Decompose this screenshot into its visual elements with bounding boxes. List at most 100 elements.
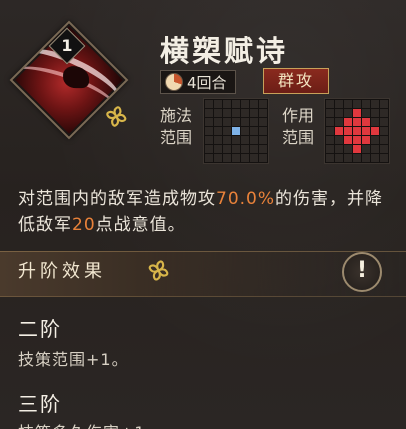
grid-cell bbox=[326, 154, 334, 162]
grid-cell bbox=[214, 145, 222, 153]
grid-cell bbox=[232, 136, 240, 144]
grid-cell bbox=[259, 100, 267, 108]
grid-cell bbox=[241, 136, 249, 144]
tier-3-name: 三阶 bbox=[18, 392, 62, 416]
grid-cell bbox=[214, 100, 222, 108]
grid-cell bbox=[232, 154, 240, 162]
rounds-badge: 4回合 bbox=[160, 70, 236, 94]
skill-title: 横槊赋诗 bbox=[160, 34, 289, 68]
skill-type-tag: 群攻 bbox=[263, 68, 329, 94]
grid-cell bbox=[223, 118, 231, 126]
grid-cell bbox=[250, 145, 258, 153]
grid-cell bbox=[232, 109, 240, 117]
grid-cell bbox=[335, 154, 343, 162]
grid-cell bbox=[371, 100, 379, 108]
grid-cell bbox=[259, 136, 267, 144]
grid-cell bbox=[335, 118, 343, 126]
grid-cell bbox=[250, 154, 258, 162]
skill-tooltip-panel: 1 ꕤ 横槊赋诗 4回合 群攻 施法 范围 作用 范围 对范围内的敌军造成物攻7… bbox=[0, 0, 406, 429]
grid-cell bbox=[223, 145, 231, 153]
tier-3-desc: 技策多久伤害+1。 bbox=[18, 419, 163, 429]
grid-cell bbox=[344, 127, 352, 135]
grid-cell bbox=[353, 109, 361, 117]
grid-cell bbox=[232, 145, 240, 153]
grid-cell bbox=[371, 136, 379, 144]
grid-cell bbox=[214, 154, 222, 162]
grid-cell bbox=[259, 154, 267, 162]
grid-cell bbox=[380, 127, 388, 135]
grid-cell bbox=[380, 154, 388, 162]
grid-cell bbox=[344, 109, 352, 117]
grid-cell bbox=[326, 127, 334, 135]
grid-cell bbox=[380, 118, 388, 126]
grid-cell bbox=[232, 118, 240, 126]
grid-cell bbox=[250, 109, 258, 117]
grid-cell bbox=[380, 109, 388, 117]
grid-cell bbox=[214, 136, 222, 144]
tier-2-desc: 技策范围+1。 bbox=[18, 350, 129, 369]
grid-cell bbox=[223, 154, 231, 162]
grid-cell bbox=[241, 154, 249, 162]
grid-cell bbox=[214, 109, 222, 117]
grid-cell bbox=[371, 154, 379, 162]
grid-cell bbox=[335, 109, 343, 117]
grid-cell bbox=[250, 100, 258, 108]
grid-cell bbox=[214, 118, 222, 126]
grid-cell bbox=[326, 100, 334, 108]
grid-cell bbox=[259, 145, 267, 153]
grid-cell bbox=[353, 154, 361, 162]
rounds-text: 4回合 bbox=[187, 73, 227, 92]
grid-cell bbox=[371, 145, 379, 153]
grid-cell bbox=[380, 145, 388, 153]
skill-icon-frame: 1 bbox=[9, 20, 129, 140]
tier-2-name: 二阶 bbox=[18, 317, 62, 341]
grid-cell bbox=[223, 136, 231, 144]
grid-cell bbox=[241, 100, 249, 108]
grid-cell bbox=[362, 136, 370, 144]
grid-cell bbox=[214, 127, 222, 135]
grid-cell bbox=[205, 127, 213, 135]
grid-cell bbox=[371, 118, 379, 126]
grid-cell bbox=[205, 109, 213, 117]
grid-cell bbox=[259, 118, 267, 126]
cast-range-label: 施法 范围 bbox=[159, 106, 192, 147]
grid-cell bbox=[344, 154, 352, 162]
grid-cell bbox=[344, 118, 352, 126]
grid-cell bbox=[223, 109, 231, 117]
grid-cell bbox=[241, 127, 249, 135]
grid-cell bbox=[335, 100, 343, 108]
grid-cell bbox=[259, 127, 267, 135]
grid-cell bbox=[362, 154, 370, 162]
grid-cell bbox=[241, 118, 249, 126]
grid-cell bbox=[326, 118, 334, 126]
grid-cell bbox=[326, 145, 334, 153]
grid-cell bbox=[344, 100, 352, 108]
grid-cell bbox=[362, 127, 370, 135]
grid-cell bbox=[326, 109, 334, 117]
grid-cell bbox=[250, 136, 258, 144]
grid-cell bbox=[250, 118, 258, 126]
clock-icon bbox=[165, 73, 183, 91]
grid-cell bbox=[353, 136, 361, 144]
grid-cell bbox=[223, 127, 231, 135]
grid-cell bbox=[326, 136, 334, 144]
grid-cell bbox=[353, 127, 361, 135]
grid-cell bbox=[371, 127, 379, 135]
grid-cell bbox=[335, 145, 343, 153]
grid-cell bbox=[232, 127, 240, 135]
grid-cell bbox=[259, 109, 267, 117]
info-button[interactable]: ! bbox=[342, 252, 382, 292]
grid-cell bbox=[241, 109, 249, 117]
grid-cell bbox=[335, 136, 343, 144]
grid-cell bbox=[353, 145, 361, 153]
grid-cell bbox=[205, 100, 213, 108]
grid-cell bbox=[353, 100, 361, 108]
grid-cell bbox=[362, 100, 370, 108]
grid-cell bbox=[362, 145, 370, 153]
grid-cell bbox=[371, 109, 379, 117]
grid-cell bbox=[335, 127, 343, 135]
effect-range-grid bbox=[324, 98, 390, 164]
grid-cell bbox=[241, 145, 249, 153]
grid-cell bbox=[344, 136, 352, 144]
grid-cell bbox=[380, 100, 388, 108]
